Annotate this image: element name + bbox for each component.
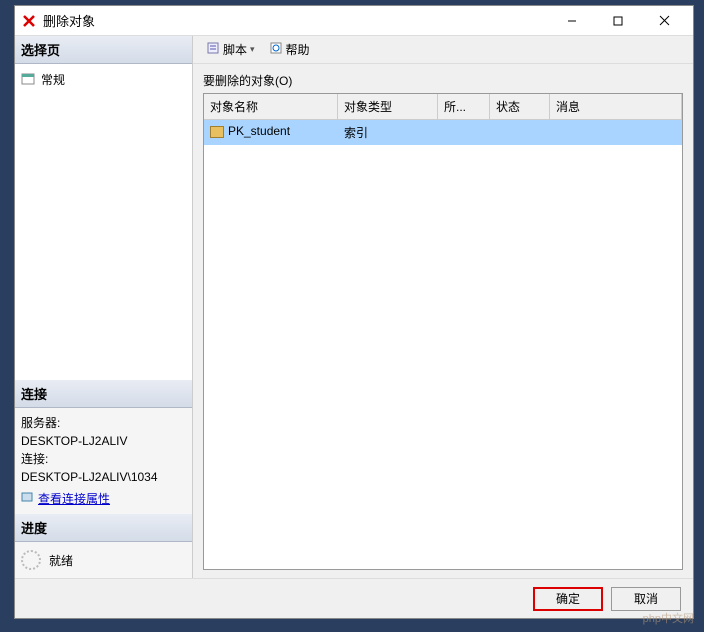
dialog-window: 删除对象 选择页 常规	[14, 5, 694, 619]
progress-status: 就绪	[49, 552, 73, 569]
main-content: 要删除的对象(O) 对象名称 对象类型 所... 状态 消息 PK_studen…	[193, 64, 693, 578]
connection-icon	[21, 490, 35, 508]
watermark: php中文网	[643, 610, 694, 626]
col-header-name[interactable]: 对象名称	[204, 94, 338, 119]
window-controls	[549, 7, 687, 35]
server-value: DESKTOP-LJ2ALIV	[21, 432, 186, 450]
help-button[interactable]: 帮助	[264, 39, 315, 60]
page-icon	[21, 73, 37, 87]
help-label: 帮助	[286, 41, 310, 58]
grid-header: 对象名称 对象类型 所... 状态 消息	[204, 94, 682, 120]
minimize-button[interactable]	[549, 7, 595, 35]
script-button[interactable]: 脚本 ▾	[201, 39, 260, 60]
col-header-status[interactable]: 状态	[490, 94, 550, 119]
help-icon	[269, 41, 283, 58]
server-label: 服务器:	[21, 414, 186, 432]
cell-name: PK_student	[204, 120, 338, 145]
view-connection-props-link[interactable]: 查看连接属性	[38, 490, 110, 508]
chevron-down-icon: ▾	[250, 44, 255, 55]
conn-label: 连接:	[21, 450, 186, 468]
cell-status	[490, 120, 550, 145]
objects-grid: 对象名称 对象类型 所... 状态 消息 PK_student 索引	[203, 93, 683, 570]
key-icon	[210, 126, 224, 138]
script-icon	[206, 41, 220, 58]
dialog-footer: 确定 取消	[15, 578, 693, 618]
main-panel: 脚本 ▾ 帮助 要删除的对象(O) 对象名称 对象类型 所...	[193, 36, 693, 578]
window-title: 删除对象	[43, 11, 549, 30]
spinner-icon	[21, 550, 41, 570]
cell-message	[550, 120, 682, 145]
sidebar-item-label: 常规	[41, 71, 65, 88]
select-page-header: 选择页	[15, 36, 192, 64]
grid-label: 要删除的对象(O)	[203, 72, 683, 89]
col-header-message[interactable]: 消息	[550, 94, 682, 119]
dialog-content: 选择页 常规 连接 服务器: DESKTOP-LJ2ALIV 连接: DESKT…	[15, 36, 693, 578]
close-button[interactable]	[641, 7, 687, 35]
progress-body: 就绪	[15, 542, 192, 578]
toolbar: 脚本 ▾ 帮助	[193, 36, 693, 64]
titlebar: 删除对象	[15, 6, 693, 36]
ok-button[interactable]: 确定	[533, 587, 603, 611]
col-header-type[interactable]: 对象类型	[338, 94, 438, 119]
select-page-body: 常规	[15, 64, 192, 95]
connection-header: 连接	[15, 380, 192, 408]
col-header-owner[interactable]: 所...	[438, 94, 490, 119]
cell-owner	[438, 120, 490, 145]
close-x-icon	[21, 13, 37, 29]
progress-header: 进度	[15, 514, 192, 542]
table-row[interactable]: PK_student 索引	[204, 120, 682, 145]
sidebar: 选择页 常规 连接 服务器: DESKTOP-LJ2ALIV 连接: DESKT…	[15, 36, 193, 578]
script-label: 脚本	[223, 41, 247, 58]
connection-body: 服务器: DESKTOP-LJ2ALIV 连接: DESKTOP-LJ2ALIV…	[15, 408, 192, 514]
maximize-button[interactable]	[595, 7, 641, 35]
cancel-button[interactable]: 取消	[611, 587, 681, 611]
sidebar-item-general[interactable]: 常规	[21, 69, 186, 90]
cell-type: 索引	[338, 120, 438, 145]
conn-value: DESKTOP-LJ2ALIV\1034	[21, 468, 186, 486]
